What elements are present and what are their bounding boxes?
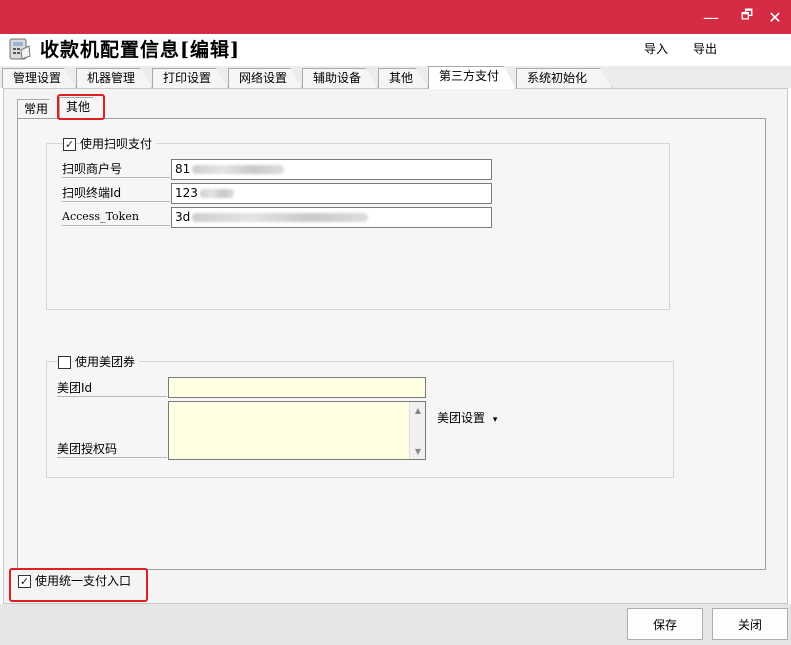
tab-label: 机器管理 [87,71,136,85]
app-logo-icon [9,38,31,60]
terminal-id-value: 123 [175,186,198,200]
dropdown-arrow-icon: ▾ [492,415,498,425]
tab-auxiliary-devices[interactable]: 辅助设备 [302,68,378,88]
minimize-icon: — [703,7,719,27]
meituan-checkbox[interactable] [58,356,71,369]
meituan-auth-label: 美团授权码 [57,441,167,458]
meituan-id-input[interactable] [168,377,426,398]
access-token-label: Access_Token [62,209,170,226]
check-icon: ✓ [64,138,75,151]
meituan-id-label: 美团Id [57,380,167,397]
title-bar [0,0,791,34]
meituan-settings-label: 美团设置 [437,411,486,425]
tab-third-party-payment[interactable]: 第三方支付 [428,66,516,89]
terminal-id-input[interactable]: 123 [171,183,492,204]
tab-label: 管理设置 [13,71,62,85]
tab-label: 网络设置 [239,71,288,85]
tab-machine-management[interactable]: 机器管理 [76,68,152,88]
access-token-value: 3d [175,210,191,224]
tab-label: 系统初始化 [527,71,588,85]
tab-label: 辅助设备 [313,71,362,85]
close-button[interactable]: 关闭 [712,608,788,640]
tab-label: 第三方支付 [439,69,500,83]
tab-network-settings[interactable]: 网络设置 [228,68,302,88]
tab-label: 其他 [389,71,414,85]
redacted-value [192,213,369,222]
scroll-up-icon[interactable]: ▲ [410,402,426,418]
highlight-subtab-other [57,94,105,120]
redacted-value [199,189,234,198]
saobei-checkbox[interactable]: ✓ [63,138,76,151]
merchant-no-input[interactable]: 81 [171,159,492,180]
import-button[interactable]: 导入 [644,40,668,58]
close-window-button[interactable]: ✕ [759,0,791,34]
merchant-no-label: 扫呗商户号 [62,161,170,178]
saobei-checkbox-label: 使用扫呗支付 [80,137,157,151]
meituan-checkbox-label: 使用美团券 [75,355,140,369]
save-button[interactable]: 保存 [627,608,703,640]
close-icon: ✕ [768,7,782,27]
highlight-unified-payment [9,568,148,602]
tab-label: 打印设置 [163,71,212,85]
window-title: 收款机配置信息[编辑] [40,39,240,61]
auth-scrollbar[interactable]: ▲ ▼ [409,402,425,459]
meituan-settings-dropdown[interactable]: 美团设置 ▾ [437,410,497,428]
meituan-auth-textarea[interactable]: ▲ ▼ [168,401,426,460]
tab-system-init[interactable]: 系统初始化 [516,68,612,88]
terminal-id-label: 扫呗终端Id [62,185,170,202]
tab-management-settings[interactable]: 管理设置 [2,68,76,88]
redacted-value [192,165,285,174]
subtab-label: 常用 [24,102,49,116]
merchant-no-value: 81 [175,162,191,176]
access-token-input[interactable]: 3d [171,207,492,228]
scroll-down-icon[interactable]: ▼ [410,443,426,459]
tab-print-settings[interactable]: 打印设置 [152,68,228,88]
export-button[interactable]: 导出 [693,40,717,58]
restore-icon: 🗗 [740,8,754,23]
